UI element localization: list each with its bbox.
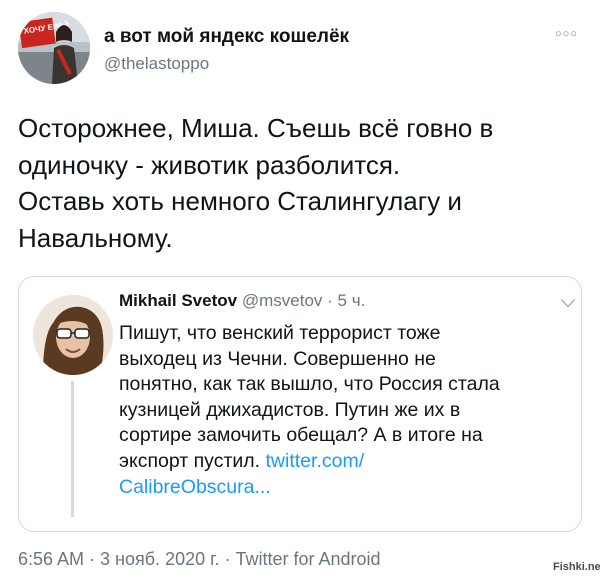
- quoted-line-text: экспорт пустил.: [119, 449, 261, 472]
- quoted-line: кузницей джихадистов. Путин же их в: [119, 398, 461, 421]
- quoted-avatar-image: [33, 295, 113, 375]
- quoted-line: Пишут, что венский террорист тоже: [119, 322, 441, 344]
- tweet-line: Осторожнее, Миша. Съешь всё говно в: [18, 113, 494, 143]
- quoted-separator: ·: [327, 291, 333, 310]
- quoted-link-part2[interactable]: CalibreObscura...: [119, 475, 569, 501]
- quote-thread-line: [71, 381, 74, 517]
- quoted-line: выходец из Чечни. Совершенно не: [119, 347, 436, 370]
- quoted-link-part1[interactable]: twitter.com/: [266, 450, 365, 472]
- quoted-line: сортире замочить обещал? А в итоге на: [119, 424, 483, 447]
- watermark: Fishki.net: [553, 561, 600, 573]
- tweet-line: Оставь хоть немного Сталингулагу и: [18, 186, 462, 216]
- author-handle[interactable]: @thelastoppo: [104, 54, 209, 74]
- quoted-author-handle[interactable]: @msvetov: [242, 291, 323, 310]
- tweet-line: Навальному.: [18, 222, 173, 253]
- quoted-line: понятно, как так вышло, что Россия стала: [119, 373, 500, 396]
- quoted-text: Пишут, что венский террорист тоже выходе…: [119, 321, 569, 500]
- quoted-line: экспорт пустил. twitter.com/: [119, 449, 569, 475]
- tweet-timestamp[interactable]: 6:56 AM · 3 нояб. 2020 г. · Twitter for …: [18, 549, 381, 570]
- author-avatar-image: ХОЧУ ЕРАЙ: [18, 12, 90, 84]
- quoted-author-avatar[interactable]: [33, 295, 113, 375]
- author-display-name[interactable]: а вот мой яндекс кошелёк: [104, 26, 349, 48]
- quoted-author-name[interactable]: Mikhail Svetov: [119, 291, 237, 310]
- author-avatar[interactable]: ХОЧУ ЕРАЙ: [18, 12, 90, 84]
- tweet-line: одиночку - животик разболится.: [18, 149, 401, 180]
- quoted-tweet-card[interactable]: Mikhail Svetov @msvetov · 5 ч. Пишут, чт…: [18, 276, 582, 532]
- quoted-header: Mikhail Svetov @msvetov · 5 ч.: [119, 291, 365, 311]
- more-dots-icon[interactable]: ○○○: [555, 28, 578, 40]
- tweet-text: Осторожнее, Миша. Съешь всё говно в один…: [18, 110, 578, 256]
- chevron-down-icon[interactable]: [560, 292, 576, 308]
- quoted-time[interactable]: 5 ч.: [338, 291, 366, 310]
